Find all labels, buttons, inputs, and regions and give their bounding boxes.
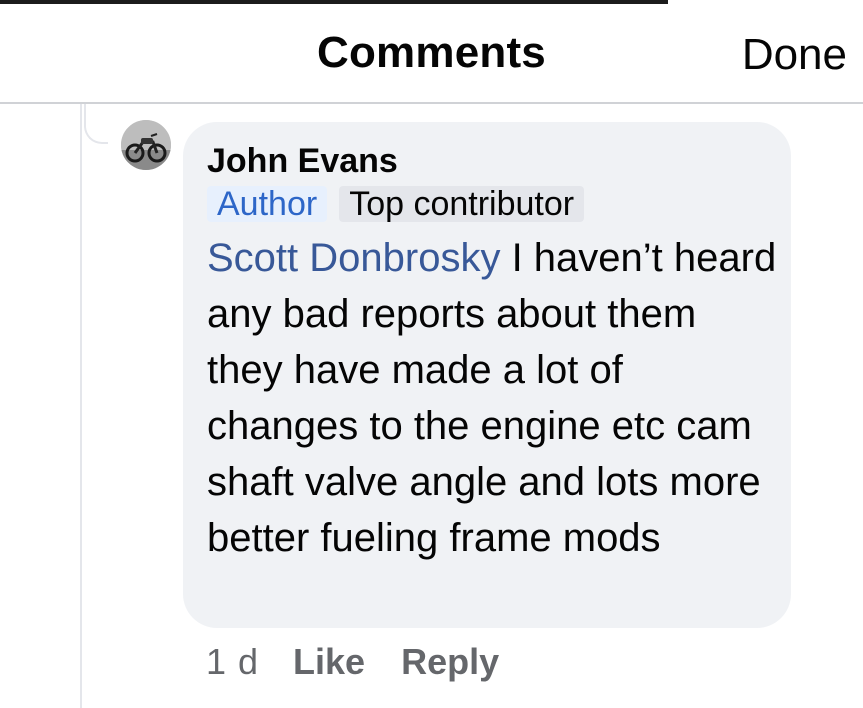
like-button[interactable]: Like	[293, 641, 365, 683]
author-badge: Author	[207, 186, 328, 222]
comments-header: Comments Done	[0, 4, 863, 104]
top-contributor-badge: Top contributor	[339, 186, 585, 222]
comment-author-name[interactable]: John Evans	[207, 142, 398, 181]
motorcycle-photo-icon	[121, 120, 171, 170]
thread-line	[80, 104, 82, 708]
reply-connector	[84, 104, 108, 144]
comment-actions: 1 d Like Reply	[206, 640, 535, 684]
done-button[interactable]: Done	[742, 30, 847, 80]
comment-timestamp: 1 d	[206, 641, 260, 682]
comment-body: I haven’t heard any bad reports about th…	[207, 236, 777, 560]
avatar[interactable]	[121, 120, 171, 170]
page-title: Comments	[317, 28, 546, 77]
comment-bubble: John Evans Author Top contributor Scott …	[183, 122, 791, 628]
mention-link[interactable]: Scott Donbrosky	[207, 236, 500, 280]
reply-button[interactable]: Reply	[401, 641, 499, 683]
author-badges: Author Top contributor	[207, 186, 585, 224]
comment-text: Scott Donbrosky I haven’t heard any bad …	[207, 230, 777, 566]
